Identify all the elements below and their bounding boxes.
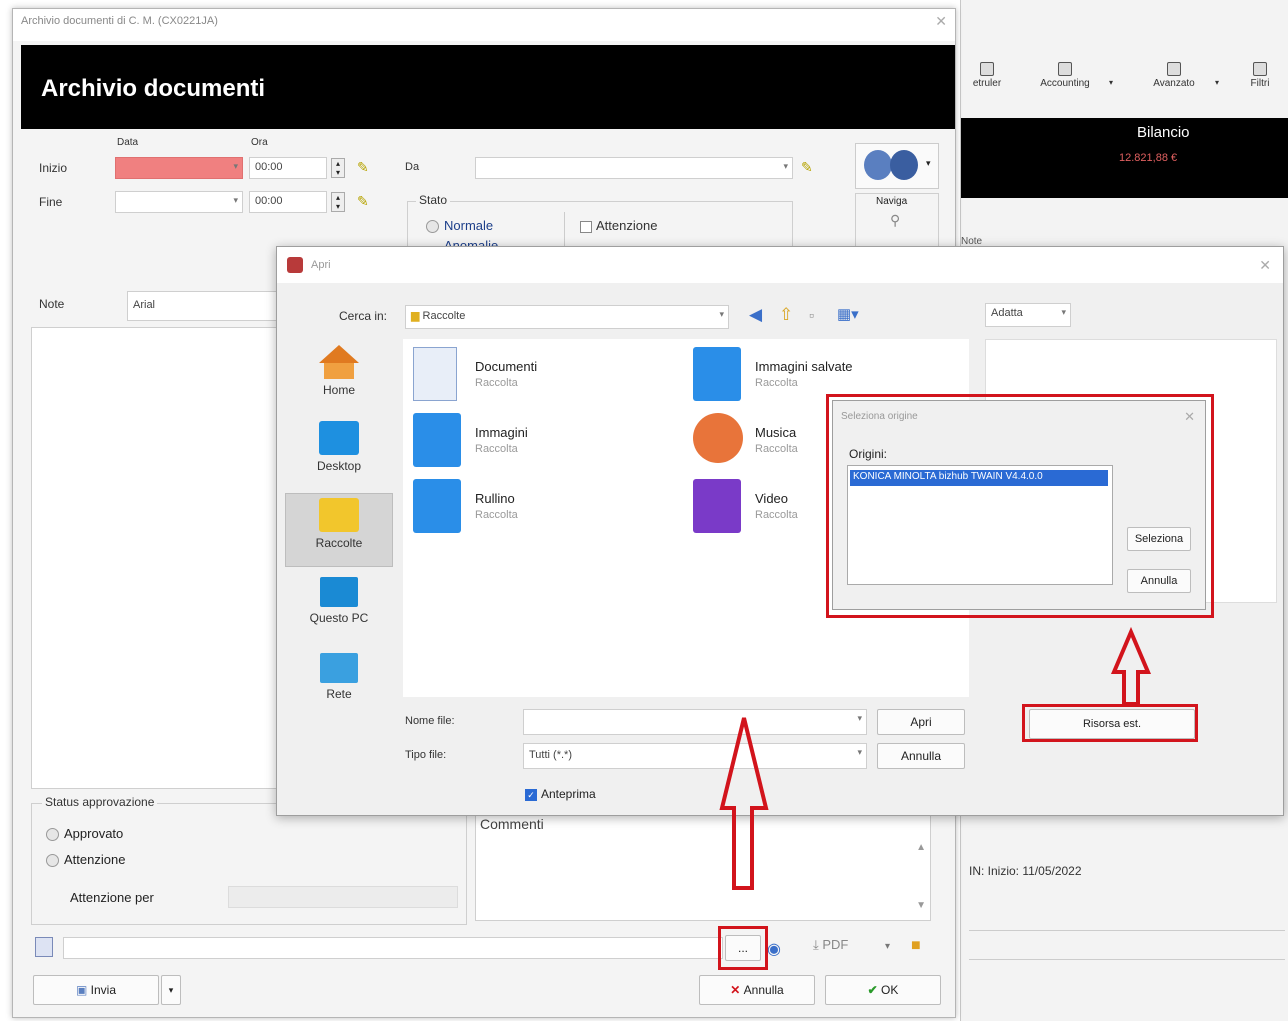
annotation-arrow-up — [1110, 626, 1152, 706]
annotation-arrows — [719, 626, 1152, 890]
annotation-arrow-up — [719, 717, 769, 890]
